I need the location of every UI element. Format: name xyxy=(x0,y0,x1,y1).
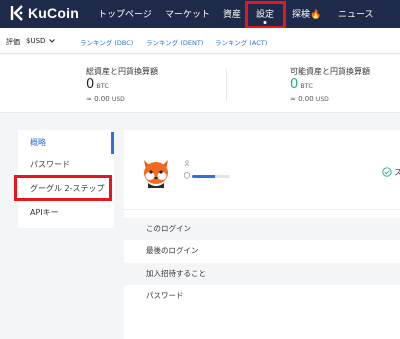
balance-panel: 総資産と円貨換算額 0 BTC ≈ 0.00 USD 可能資産と円貨換算額 0 BT… xyxy=(0,55,400,113)
security-level-bar xyxy=(192,175,230,178)
top-nav: KuCoin トップページ マーケット 資産 設定 探検🔥 ニュース xyxy=(0,0,400,29)
logo[interactable]: KuCoin xyxy=(10,5,79,21)
fox-avatar-icon xyxy=(144,160,168,188)
total-assets-fiat: ≈ 0.00 USD xyxy=(86,95,125,103)
total-assets-amount: 0 xyxy=(86,77,95,92)
brand-name: KuCoin xyxy=(28,5,79,21)
info-row-password: パスワード xyxy=(146,291,184,300)
total-assets-fiat-value: ≈ 0.00 xyxy=(86,95,110,103)
status-text: ス xyxy=(394,168,400,177)
total-assets-value: 0 BTC xyxy=(86,77,109,92)
available-assets-fiat-value: ≈ 0.00 xyxy=(290,95,314,103)
user-icon xyxy=(184,160,190,166)
check-circle-icon xyxy=(382,167,392,177)
sidebar-item-overview[interactable]: 概略 xyxy=(18,132,114,154)
settings-highlight-box xyxy=(245,1,286,29)
profile-row: ス xyxy=(124,130,400,210)
total-assets-unit: BTC xyxy=(96,82,109,90)
chevron-down-icon xyxy=(48,39,55,43)
info-row-this-login: このログイン xyxy=(124,218,400,240)
sidebar-item-api-key[interactable]: APIキー xyxy=(18,202,114,224)
ranking-link-dent[interactable]: ランキング (DENT) xyxy=(146,37,203,47)
total-assets-fiat-unit: USD xyxy=(111,96,125,103)
available-assets-value: 0 BTC xyxy=(290,77,313,92)
valuation-label: 評価 xyxy=(6,38,20,46)
nav-item-explore[interactable]: 探検🔥 xyxy=(292,7,321,20)
shield-icon xyxy=(184,172,190,179)
kucoin-logo-icon xyxy=(10,5,23,21)
available-assets-fiat-unit: USD xyxy=(315,96,329,103)
currency-select[interactable]: $USD xyxy=(26,37,55,45)
main-panel: ス このログイン 最後のログイン 加入招待すること パスワード xyxy=(124,130,400,339)
sub-bar: 評価 $USD ランキング (DBC) ランキング (DENT) ランキング (… xyxy=(0,28,400,54)
nav-item-markets[interactable]: マーケット xyxy=(165,7,210,20)
security-level-fill xyxy=(192,175,215,178)
google-2step-highlight-box xyxy=(14,175,112,201)
available-assets-amount: 0 xyxy=(290,77,299,92)
ranking-link-act[interactable]: ランキング (ACT) xyxy=(215,37,267,47)
total-assets-title: 総資産と円貨換算額 xyxy=(86,67,158,76)
ranking-link-dbc[interactable]: ランキング (DBC) xyxy=(80,37,133,47)
nav-item-home[interactable]: トップページ xyxy=(98,7,152,20)
available-assets-unit: BTC xyxy=(300,82,313,90)
sidebar-item-password[interactable]: パスワード xyxy=(18,154,114,176)
available-assets-fiat: ≈ 0.00 USD xyxy=(290,95,329,103)
info-row-invite: 加入招待すること xyxy=(124,263,400,285)
balance-divider xyxy=(226,69,227,101)
nav-item-news[interactable]: ニュース xyxy=(338,7,374,20)
nav-item-assets[interactable]: 資産 xyxy=(223,7,241,20)
info-row-last-login: 最後のログイン xyxy=(146,246,199,255)
currency-value: $USD xyxy=(26,37,46,45)
available-assets-title: 可能資産と円貨換算額 xyxy=(290,67,370,76)
